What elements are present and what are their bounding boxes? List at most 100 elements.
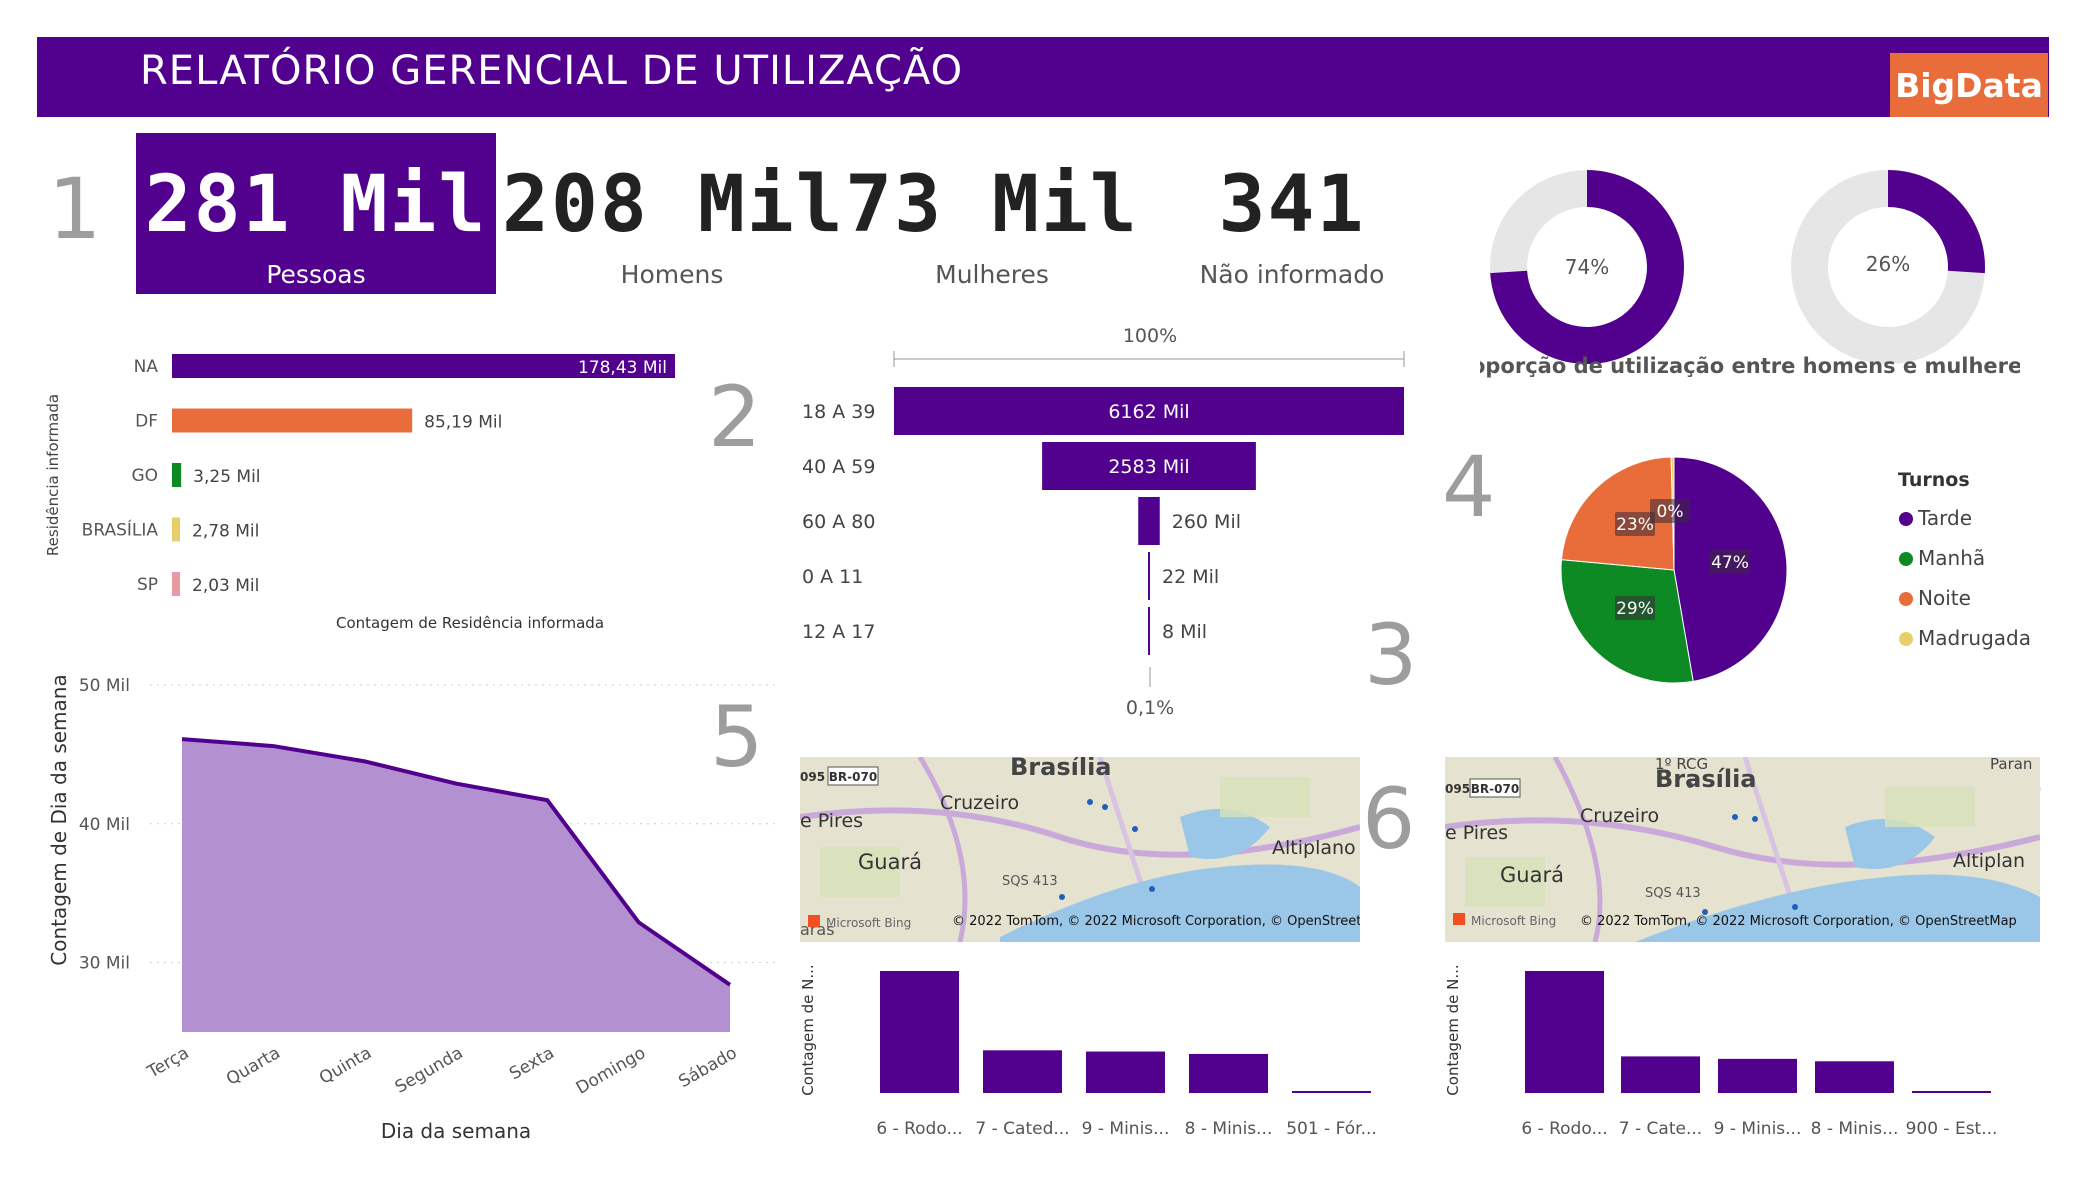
pie-legend-title: Turnos bbox=[1898, 469, 1970, 491]
funnel-bar bbox=[1148, 607, 1150, 655]
area-x-tick-label: Sábado bbox=[675, 1043, 740, 1092]
map-7-parana: Paran bbox=[1990, 757, 2032, 773]
kpi-mulheres-value: 73 Mil bbox=[845, 160, 1139, 250]
residence-data-label: 85,19 Mil bbox=[424, 413, 502, 433]
map-6-attribution: © 2022 TomTom, © 2022 Microsoft Corporat… bbox=[952, 914, 1360, 929]
age-funnel-chart: 100% 0,1% 18 A 39 6162 Mil 40 A 59 2583 Mil… bbox=[802, 325, 1405, 719]
residence-bar bbox=[172, 408, 413, 433]
map-7-place-altiplano: Altiplan bbox=[1953, 850, 2025, 872]
funnel-data-label: 6162 Mil bbox=[1108, 401, 1189, 423]
residence-bar bbox=[172, 572, 180, 596]
map-6-place-altiplano: Altiplano bbox=[1272, 837, 1356, 859]
mini-x-tick-label: 8 - Minis... bbox=[1811, 1119, 1899, 1139]
area-x-tick-label: Quarta bbox=[223, 1043, 284, 1090]
mini-bar bbox=[1718, 1058, 1797, 1093]
funnel-bottom-label: 0,1% bbox=[1126, 697, 1174, 719]
area-y-axis-title: Contagem de Dia da semana bbox=[47, 674, 71, 965]
kpi-nao-informado-value: 341 bbox=[1218, 160, 1366, 250]
map-7-canvas[interactable]: BR-070 095 1º RCG Paran Brasília Cruzeir… bbox=[1445, 757, 2040, 942]
mini-bar bbox=[1525, 971, 1604, 1093]
pie-legend-marker bbox=[1899, 552, 1913, 566]
weekday-area-chart: Contagem de Dia da semana Dia da semana … bbox=[47, 674, 780, 1143]
map-7-sqs: SQS 413 bbox=[1645, 886, 1701, 901]
pie-data-label: 29% bbox=[1615, 596, 1655, 620]
funnel-data-label: 8 Mil bbox=[1162, 621, 1207, 643]
mini-bar bbox=[880, 971, 959, 1093]
kpi-homens-label: Homens bbox=[620, 260, 724, 289]
map-6-bing-logo: Microsoft Bing bbox=[826, 916, 911, 930]
map-6-city: Brasília bbox=[1010, 757, 1111, 781]
residence-data-label: 2,78 Mil bbox=[192, 522, 259, 542]
pie-legend-label: Noite bbox=[1918, 586, 1971, 610]
map-7[interactable]: BR-070 095 1º RCG Paran Brasília Cruzeir… bbox=[1445, 757, 2040, 942]
pie-legend-marker bbox=[1899, 592, 1913, 606]
mini1-y-axis-title: Contagem de N... bbox=[799, 964, 817, 1095]
map-7-place-guara: Guará bbox=[1500, 863, 1564, 887]
funnel-data-label: 2583 Mil bbox=[1108, 456, 1189, 478]
mini-x-tick-label: 900 - Est... bbox=[1906, 1119, 1998, 1139]
kpi-mulheres-label: Mulheres bbox=[935, 260, 1049, 289]
map-6-canvas[interactable]: BR-070 095 Brasília Cruzeiro Guará Altip… bbox=[800, 757, 1360, 942]
mini-bar bbox=[1621, 1056, 1700, 1093]
mini-bar bbox=[1815, 1061, 1894, 1093]
donut-homens-label: 74% bbox=[1565, 255, 1609, 279]
pie-legend-label: Manhã bbox=[1918, 546, 1985, 570]
funnel-bar bbox=[1148, 552, 1150, 600]
map-6-road-br070: BR-070 bbox=[829, 770, 877, 784]
area-y-tick-label: 40 Mil bbox=[79, 815, 130, 835]
pie-data-label: 23% bbox=[1615, 512, 1655, 536]
map-7-bing-logo: Microsoft Bing bbox=[1471, 914, 1556, 928]
funnel-category-label: 60 A 80 bbox=[802, 511, 875, 533]
area-y-tick-label: 50 Mil bbox=[79, 676, 130, 696]
map-7-city: Brasília bbox=[1655, 765, 1756, 793]
funnel-data-label: 260 Mil bbox=[1172, 511, 1241, 533]
map-6-place-pires: e Pires bbox=[800, 810, 863, 832]
residence-category-label: SP bbox=[137, 575, 158, 595]
section-number-1: 1 bbox=[48, 160, 102, 258]
mini-x-tick-label: 6 - Rodo... bbox=[1521, 1119, 1607, 1139]
mini-x-tick-label: 501 - Fór... bbox=[1286, 1119, 1377, 1139]
funnel-category-label: 0 A 11 bbox=[802, 566, 863, 588]
residence-y-axis-title: Residência informada bbox=[44, 394, 62, 556]
map-7-road-095: 095 bbox=[1445, 782, 1470, 796]
section-number-2: 2 bbox=[708, 368, 762, 466]
residence-bar bbox=[172, 517, 180, 542]
map-7-road-br070: BR-070 bbox=[1471, 782, 1519, 796]
area-x-tick-label: Sexta bbox=[506, 1043, 558, 1084]
report-title: RELATÓRIO GERENCIAL DE UTILIZAÇÃO bbox=[140, 48, 964, 94]
location-bar-chart-6: Contagem de N... 6 - Rodo... 7 - Cated...… bbox=[799, 964, 1377, 1139]
mini-x-tick-label: 9 - Minis... bbox=[1082, 1119, 1170, 1139]
mini-x-tick-label: 6 - Rodo... bbox=[876, 1119, 962, 1139]
map-7-place-pires: e Pires bbox=[1445, 822, 1508, 844]
area-x-tick-label: Segunda bbox=[392, 1043, 467, 1098]
svg-text:23%: 23% bbox=[1616, 515, 1654, 535]
residence-category-label: GO bbox=[131, 466, 158, 486]
kpi-pessoas-value: 281 Mil bbox=[144, 160, 488, 250]
map-6-place-guara: Guará bbox=[858, 850, 922, 874]
section-number-6: 6 bbox=[1362, 770, 1416, 868]
donut-mulheres-label: 26% bbox=[1866, 252, 1910, 276]
pie-data-label: 0% bbox=[1650, 499, 1690, 523]
mini-bar bbox=[983, 1050, 1062, 1093]
location-bar-chart-7: Contagem de N... 6 - Rodo... 7 - Cate... 9… bbox=[1444, 964, 1998, 1139]
pie-legend-label: Madrugada bbox=[1918, 626, 2031, 650]
map-6[interactable]: BR-070 095 Brasília Cruzeiro Guará Altip… bbox=[800, 757, 1360, 942]
residence-category-label: DF bbox=[135, 412, 158, 432]
residence-data-label: 2,03 Mil bbox=[192, 576, 259, 596]
map-6-road-095: 095 bbox=[800, 770, 825, 784]
mini-x-tick-label: 7 - Cated... bbox=[975, 1119, 1069, 1139]
funnel-bar bbox=[1138, 497, 1160, 545]
area-x-tick-label: Terça bbox=[143, 1043, 192, 1083]
area-x-tick-label: Domingo bbox=[573, 1043, 649, 1099]
pie-legend-label: Tarde bbox=[1917, 506, 1972, 530]
mini-bar bbox=[1189, 1053, 1268, 1093]
area-x-axis-title: Dia da semana bbox=[381, 1119, 531, 1143]
map-6-sqs: SQS 413 bbox=[1002, 874, 1058, 889]
svg-text:0%: 0% bbox=[1657, 502, 1684, 522]
mini-x-tick-label: 9 - Minis... bbox=[1714, 1119, 1802, 1139]
mini-bar bbox=[1086, 1051, 1165, 1093]
donut-title: Proporção de utilização entre homens e m… bbox=[1480, 354, 2020, 378]
shift-pie-chart: Turnos 47% 29% 23%0% Tarde Manhã Noite Madruga… bbox=[1560, 456, 2031, 684]
pie-legend-marker bbox=[1899, 632, 1913, 646]
pie-data-label: 47% bbox=[1710, 550, 1750, 574]
